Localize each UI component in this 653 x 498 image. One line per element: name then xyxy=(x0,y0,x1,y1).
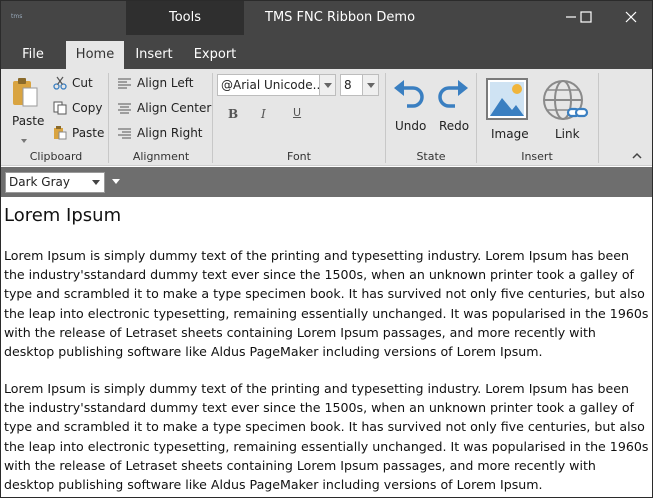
style-select[interactable]: Dark Gray xyxy=(5,172,105,193)
collapse-ribbon-icon[interactable] xyxy=(631,151,643,161)
paste-icon xyxy=(13,78,38,107)
tab-export[interactable]: Export xyxy=(189,41,241,69)
group-separator xyxy=(385,73,386,163)
group-label-clipboard: Clipboard xyxy=(29,150,83,163)
paste-small-icon xyxy=(54,126,67,140)
close-button[interactable] xyxy=(611,5,651,29)
undo-button[interactable]: Undo xyxy=(395,119,426,133)
link-icon xyxy=(543,80,589,120)
document-heading: Lorem Ipsum xyxy=(4,205,122,226)
redo-icon xyxy=(438,80,468,108)
paste-button[interactable]: Paste xyxy=(12,114,44,128)
tab-file[interactable]: File xyxy=(9,41,57,69)
copy-button[interactable]: Copy xyxy=(72,101,102,115)
chevron-down-icon xyxy=(319,75,335,95)
cut-button[interactable]: Cut xyxy=(72,76,93,90)
font-family-value: @Arial Unicode... xyxy=(221,78,325,92)
bold-button[interactable]: B xyxy=(228,107,238,121)
context-tab-tools[interactable]: Tools xyxy=(126,10,244,25)
insert-link-button[interactable]: Link xyxy=(555,127,580,141)
group-label-insert: Insert xyxy=(521,150,553,163)
window-title: TMS FNC Ribbon Demo xyxy=(265,10,416,25)
underline-button[interactable]: U xyxy=(293,106,301,119)
paste-small-button[interactable]: Paste xyxy=(72,126,104,140)
group-separator xyxy=(598,73,599,163)
document-paragraph: Lorem Ipsum is simply dummy text of the … xyxy=(4,381,649,493)
align-center-icon xyxy=(118,103,131,114)
group-label-alignment: Alignment xyxy=(132,150,190,163)
document-paragraph: Lorem Ipsum is simply dummy text of the … xyxy=(4,248,649,360)
image-icon xyxy=(486,78,528,120)
align-right-button[interactable]: Align Right xyxy=(137,126,203,140)
app-icon: tms xyxy=(11,13,23,20)
align-center-button[interactable]: Align Center xyxy=(137,101,211,115)
align-right-icon xyxy=(118,128,131,139)
tab-home[interactable]: Home xyxy=(66,41,124,69)
italic-button[interactable]: I xyxy=(261,107,266,121)
chevron-down-icon xyxy=(362,75,378,95)
close-icon xyxy=(625,11,637,23)
undo-icon xyxy=(394,80,424,108)
paste-dropdown-icon[interactable] xyxy=(21,139,27,143)
maximize-button[interactable] xyxy=(566,5,606,29)
group-separator xyxy=(108,73,109,163)
group-label-font: Font xyxy=(287,150,311,163)
style-select-value: Dark Gray xyxy=(9,175,70,189)
insert-image-button[interactable]: Image xyxy=(491,127,529,141)
align-left-button[interactable]: Align Left xyxy=(137,76,194,90)
toolbar-dropdown-icon[interactable] xyxy=(112,179,120,184)
font-size-value: 8 xyxy=(344,78,352,92)
cut-icon xyxy=(53,76,67,90)
font-size-select[interactable]: 8 xyxy=(340,74,379,96)
group-label-state: State xyxy=(416,150,446,163)
align-left-icon xyxy=(118,78,131,89)
chevron-down-icon xyxy=(92,180,100,185)
app-window: tms Tools TMS FNC Ribbon Demo File Home … xyxy=(0,0,653,498)
copy-icon xyxy=(53,101,67,115)
font-family-select[interactable]: @Arial Unicode... xyxy=(217,74,336,96)
redo-button[interactable]: Redo xyxy=(439,119,469,133)
maximize-icon xyxy=(580,11,592,23)
tab-insert[interactable]: Insert xyxy=(129,41,179,69)
